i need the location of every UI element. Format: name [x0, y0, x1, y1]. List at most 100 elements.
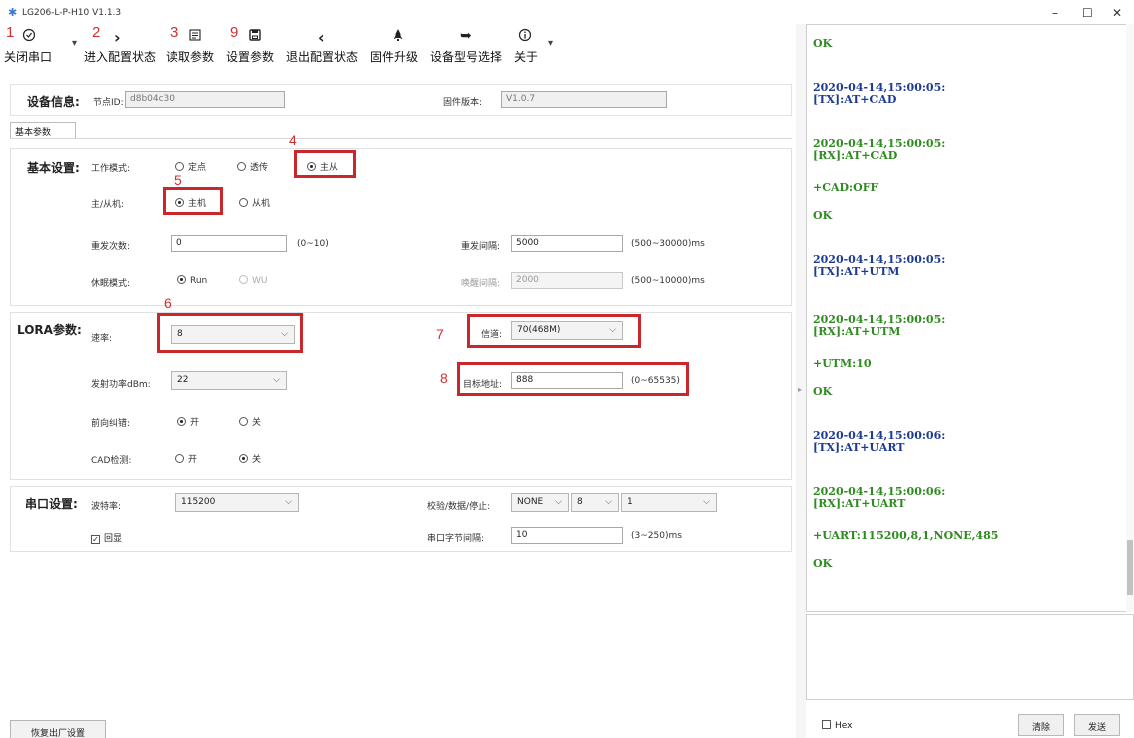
enter-config-button[interactable]: 2 › 进入配置状态	[84, 24, 160, 68]
toolbar-label: 读取参数	[166, 50, 215, 64]
sleep-wu-radio[interactable]: WU	[239, 275, 268, 286]
work-mode-label: 工作模式:	[91, 164, 131, 174]
serial-log-panel[interactable]: OK 2020-04-14,15:00:05: [TX]:AT+CAD 2020-04…	[806, 24, 1134, 612]
annotation-number: 7	[436, 326, 444, 342]
set-params-button[interactable]: 9 设置参数	[226, 24, 282, 68]
about-button[interactable]: ▾ 关于	[512, 24, 554, 68]
target-address-range: (0~65535)	[631, 376, 680, 386]
log-line: OK	[813, 385, 833, 398]
work-mode-master-slave-radio[interactable]: 主从	[307, 160, 338, 173]
step-number: 3	[170, 24, 179, 41]
work-mode-transparent-radio[interactable]: 透传	[237, 160, 268, 173]
exit-config-button[interactable]: ‹ 退出配置状态	[286, 24, 364, 68]
target-address-input[interactable]: 888	[511, 372, 623, 389]
parity-select[interactable]: NONE ⌵	[511, 493, 569, 512]
retry-interval-input[interactable]: 5000	[511, 235, 623, 252]
firmware-upgrade-button[interactable]: 固件升级	[370, 24, 426, 68]
log-scrollbar[interactable]	[1126, 24, 1134, 612]
chevron-left-icon: ‹	[318, 28, 325, 47]
parity-label: 校验/数据/停止:	[427, 502, 491, 512]
log-line: OK	[813, 37, 833, 50]
toolbar: 1 ▾ 关闭串口 2 › 进入配置状态 3 读取参数 9 设置参数 ‹ 退出配置…	[0, 24, 806, 68]
chevron-down-icon: ⌵	[273, 375, 280, 385]
expand-arrow-icon[interactable]: ▸	[798, 385, 802, 394]
annotation-number: 8	[440, 370, 448, 386]
rocket-icon	[392, 28, 404, 44]
tx-power-select[interactable]: 22 ⌵	[171, 371, 287, 390]
retry-interval-range: (500~30000)ms	[631, 239, 705, 249]
read-document-icon	[188, 28, 202, 44]
log-line: +UTM:10	[813, 357, 872, 370]
slave-radio[interactable]: 从机	[239, 196, 270, 209]
firmware-field[interactable]: V1.0.7	[501, 91, 667, 108]
channel-label: 信道:	[481, 330, 503, 340]
hex-checkbox[interactable]: Hex	[822, 720, 852, 731]
close-port-button[interactable]: 1 ▾ 关闭串口	[4, 24, 77, 68]
back-arrow-icon: ➥	[460, 28, 472, 44]
chevron-down-icon: ⌵	[281, 329, 288, 339]
master-radio[interactable]: 主机	[175, 196, 206, 209]
sleep-run-radio[interactable]: Run	[177, 275, 207, 286]
panel-splitter[interactable]	[796, 24, 806, 738]
step-number: 9	[230, 24, 239, 41]
dropdown-caret-icon: ▾	[72, 38, 78, 49]
log-line: [TX]:AT+UTM	[813, 265, 900, 278]
node-id-field[interactable]: d8b04c30	[125, 91, 285, 108]
toolbar-label: 退出配置状态	[286, 50, 359, 64]
chevron-down-icon: ⌵	[703, 497, 710, 507]
fec-label: 前向纠错:	[91, 419, 131, 429]
maximize-button[interactable]: ☐	[1082, 6, 1093, 20]
annotation-number: 6	[164, 295, 172, 311]
retry-count-input[interactable]: 0	[171, 235, 287, 252]
tab-basic-params[interactable]: 基本参数	[10, 122, 76, 138]
wake-interval-input[interactable]: 2000	[511, 272, 623, 289]
clear-button[interactable]: 清除	[1018, 714, 1064, 736]
device-info-panel: 设备信息: 节点ID: d8b04c30 固件版本: V1.0.7	[10, 84, 792, 116]
log-line: [RX]:AT+CAD	[813, 149, 898, 162]
minimize-button[interactable]: –	[1052, 6, 1058, 20]
dropdown-caret-icon: ▾	[548, 38, 554, 49]
tx-power-label: 发射功率dBm:	[91, 380, 151, 390]
annotation-number: 4	[289, 132, 297, 148]
stop-bits-select[interactable]: 1 ⌵	[621, 493, 717, 512]
check-circle-icon	[22, 28, 36, 44]
log-scrollbar-thumb[interactable]	[1127, 540, 1133, 595]
restore-factory-button[interactable]: 恢复出厂设置	[10, 720, 106, 738]
log-line: +UART:115200,8,1,NONE,485	[813, 529, 999, 542]
cad-off-radio[interactable]: 关	[239, 452, 261, 465]
basic-settings-group: 基本设置: 工作模式: 定点 透传 主从 主/从机: 主机 从机 重发次数: 0…	[10, 148, 792, 306]
log-line: [TX]:AT+CAD	[813, 93, 897, 106]
retry-interval-label: 重发间隔:	[461, 242, 501, 252]
chevron-right-icon: ›	[114, 28, 121, 47]
send-input-box[interactable]	[806, 614, 1134, 700]
channel-select[interactable]: 70(468M) ⌵	[511, 321, 623, 340]
serial-settings-group: 串口设置: 波特率: 115200 ⌵ 校验/数据/停止: NONE ⌵ 8 ⌵ 1 ⌵…	[10, 486, 792, 552]
chevron-down-icon: ⌵	[609, 325, 616, 335]
fec-on-radio[interactable]: 开	[177, 415, 199, 428]
toolbar-label: 关于	[514, 50, 539, 64]
log-line: OK	[813, 209, 833, 222]
step-number: 1	[6, 24, 15, 41]
rate-select[interactable]: 8 ⌵	[171, 325, 295, 344]
baud-rate-label: 波特率:	[91, 502, 122, 512]
byte-interval-range: (3~250)ms	[631, 531, 682, 541]
log-line: +CAD:OFF	[813, 181, 879, 194]
baud-rate-select[interactable]: 115200 ⌵	[175, 493, 299, 512]
data-bits-select[interactable]: 8 ⌵	[571, 493, 619, 512]
retry-count-range: (0~10)	[297, 239, 329, 249]
close-button[interactable]: ✕	[1112, 6, 1122, 20]
lora-params-group: LORA参数: 速率: 8 ⌵ 信道: 70(468M) ⌵ 发射功率dBm: 22…	[10, 312, 792, 480]
cad-on-radio[interactable]: 开	[175, 452, 197, 465]
device-info-title: 设备信息:	[27, 95, 80, 109]
sleep-mode-label: 休眠模式:	[91, 279, 131, 289]
byte-interval-label: 串口字节间隔:	[427, 534, 485, 544]
byte-interval-input[interactable]: 10	[511, 527, 623, 544]
retry-count-label: 重发次数:	[91, 242, 131, 252]
echo-checkbox[interactable]: ✓ 回显	[91, 531, 122, 544]
device-model-select-button[interactable]: ➥ 设备型号选择	[430, 24, 508, 68]
chevron-down-icon: ⌵	[285, 497, 292, 507]
send-button[interactable]: 发送	[1074, 714, 1120, 736]
fec-off-radio[interactable]: 关	[239, 415, 261, 428]
read-params-button[interactable]: 3 读取参数	[166, 24, 222, 68]
tab-divider	[10, 138, 792, 139]
